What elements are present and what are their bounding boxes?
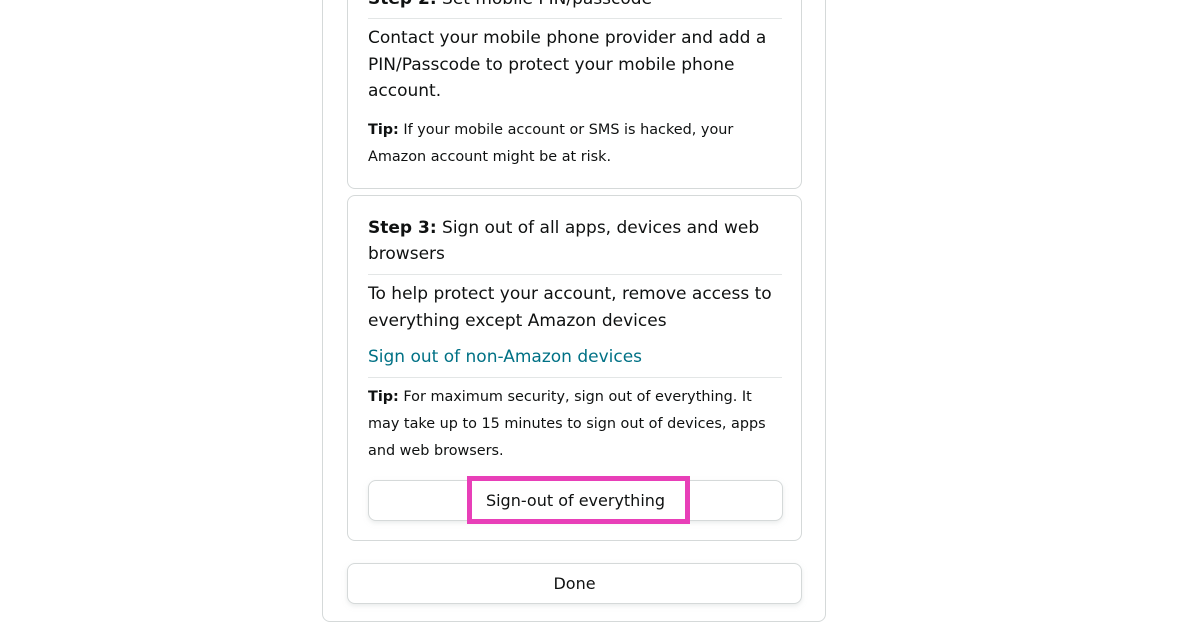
step-2-tip: Tip: If your mobile account or SMS is ha… xyxy=(368,117,783,171)
step-2-divider xyxy=(368,18,782,19)
step-3-divider-2 xyxy=(368,377,782,378)
step-2-heading-text: Set mobile PIN/passcode xyxy=(437,0,652,9)
step-3-tip-text: For maximum security, sign out of everyt… xyxy=(368,389,766,459)
step-3-divider-1 xyxy=(368,274,782,275)
step-3-heading: Step 3: Sign out of all apps, devices an… xyxy=(368,215,783,267)
sign-out-of-everything-button[interactable]: Sign-out of everything xyxy=(368,480,783,521)
step-3-heading-label: Step 3: xyxy=(368,218,437,238)
step-2-body: Contact your mobile phone provider and a… xyxy=(368,28,767,101)
step-2-tip-label: Tip: xyxy=(368,122,399,138)
step-3-tip: Tip: For maximum security, sign out of e… xyxy=(368,384,783,465)
step-2-card: Step 2: Set mobile PIN/passcode Contact … xyxy=(347,0,802,189)
step-3-body: To help protect your account, remove acc… xyxy=(368,284,772,331)
step-3-tip-label: Tip: xyxy=(368,389,399,405)
step-3-card: Step 3: Sign out of all apps, devices an… xyxy=(347,195,802,541)
step-2-heading-label: Step 2: xyxy=(368,0,437,9)
step-3-link-row: Sign out of non-Amazon devices xyxy=(368,344,783,371)
sign-out-non-amazon-devices-link[interactable]: Sign out of non-Amazon devices xyxy=(368,347,642,367)
done-button[interactable]: Done xyxy=(347,563,802,604)
step-2-heading: Step 2: Set mobile PIN/passcode xyxy=(368,0,783,12)
step-2-tip-text: If your mobile account or SMS is hacked,… xyxy=(368,122,734,165)
